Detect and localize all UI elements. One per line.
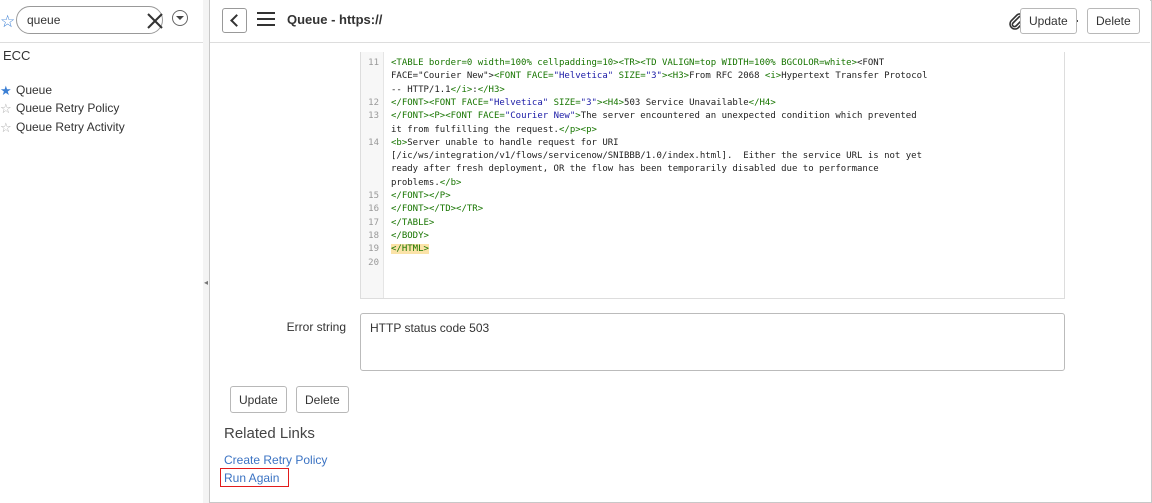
- nav-item-label: Queue Retry Activity: [16, 120, 125, 134]
- code-text: [/ic/ws/integration/v1/flows/servicenow/…: [391, 151, 923, 162]
- line-number: 12: [368, 97, 379, 108]
- run-again-highlight: [220, 468, 289, 487]
- hamburger-menu-icon[interactable]: [257, 12, 275, 26]
- favorite-star-empty-icon[interactable]: ☆: [0, 121, 16, 134]
- code-text: <TABLE border=0 width=100% cellpadding=1…: [391, 58, 885, 68]
- clear-filter-icon[interactable]: [145, 11, 165, 31]
- code-text: </HTML>: [391, 244, 429, 255]
- code-text: </FONT></P>: [391, 191, 451, 201]
- nav-item-label: Queue: [16, 83, 53, 97]
- favorite-star-filled-icon[interactable]: ★: [0, 84, 16, 97]
- code-text: -- HTTP/1.1</i>:</H3>: [391, 84, 505, 95]
- error-string-field[interactable]: HTTP status code 503: [360, 313, 1065, 371]
- nav-item-queue[interactable]: ★ Queue: [0, 81, 200, 99]
- code-text: FACE="Courier New"><FONT FACE="Helvetica…: [391, 71, 928, 82]
- application-navigator: ☆ ECC ★ Queue ☆ Queue Retry Policy ☆ Que…: [0, 0, 204, 503]
- create-retry-policy-link[interactable]: Create Retry Policy: [224, 453, 327, 467]
- code-text: </TABLE>: [391, 217, 435, 228]
- header-update-button[interactable]: Update: [1020, 8, 1077, 34]
- back-button[interactable]: [222, 8, 247, 33]
- code-text: </BODY>: [391, 230, 429, 241]
- line-number: 17: [368, 217, 379, 228]
- error-string-label: Error string: [286, 320, 346, 334]
- navigator-header: ☆: [0, 0, 203, 43]
- navigator-filter-input[interactable]: [27, 12, 127, 28]
- page-title: Queue - https://: [287, 12, 383, 27]
- line-number: 14: [368, 137, 379, 148]
- update-button[interactable]: Update: [230, 386, 287, 413]
- code-text: </FONT></TD></TR>: [391, 204, 484, 215]
- code-text: </FONT><FONT FACE="Helvetica" SIZE="3"><…: [391, 97, 776, 108]
- favorite-star-empty-icon[interactable]: ☆: [0, 102, 16, 115]
- related-links-title: Related Links: [224, 425, 315, 442]
- header-delete-button[interactable]: Delete: [1087, 8, 1140, 34]
- line-number: 16: [368, 204, 379, 215]
- code-text: ready after fresh deployment, OR the flo…: [391, 164, 879, 175]
- code-text: it from fulfilling the request.</p><p>: [391, 124, 597, 135]
- nav-app-title: ECC: [3, 48, 31, 63]
- navigator-splitter[interactable]: ◂: [203, 0, 210, 503]
- nav-item-queue-retry-policy[interactable]: ☆ Queue Retry Policy: [0, 99, 200, 117]
- chevron-down-icon[interactable]: [172, 10, 188, 26]
- line-number: 11: [368, 58, 379, 68]
- code-text: </FONT><P><FONT FACE="Courier New">The s…: [391, 111, 917, 122]
- nav-item-queue-retry-activity[interactable]: ☆ Queue Retry Activity: [0, 118, 200, 136]
- nav-item-label: Queue Retry Policy: [16, 101, 120, 115]
- code-text: problems.</b>: [391, 177, 462, 188]
- line-number: 15: [368, 191, 379, 201]
- navigator-filter: [16, 6, 163, 34]
- payload-code-editor[interactable]: 11 <TABLE border=0 width=100% cellpadding…: [360, 52, 1065, 299]
- favorites-star-icon[interactable]: ☆: [0, 13, 15, 30]
- code-text: <b>Server unable to handle request for U…: [391, 137, 619, 148]
- line-number: 19: [368, 244, 379, 255]
- line-number: 18: [368, 230, 379, 241]
- form-header: Queue - https:// Update Delete: [210, 0, 1150, 43]
- collapse-arrow-icon[interactable]: ◂: [204, 278, 208, 287]
- delete-button[interactable]: Delete: [296, 386, 349, 413]
- line-number: 20: [368, 257, 379, 268]
- line-number: 13: [368, 111, 379, 122]
